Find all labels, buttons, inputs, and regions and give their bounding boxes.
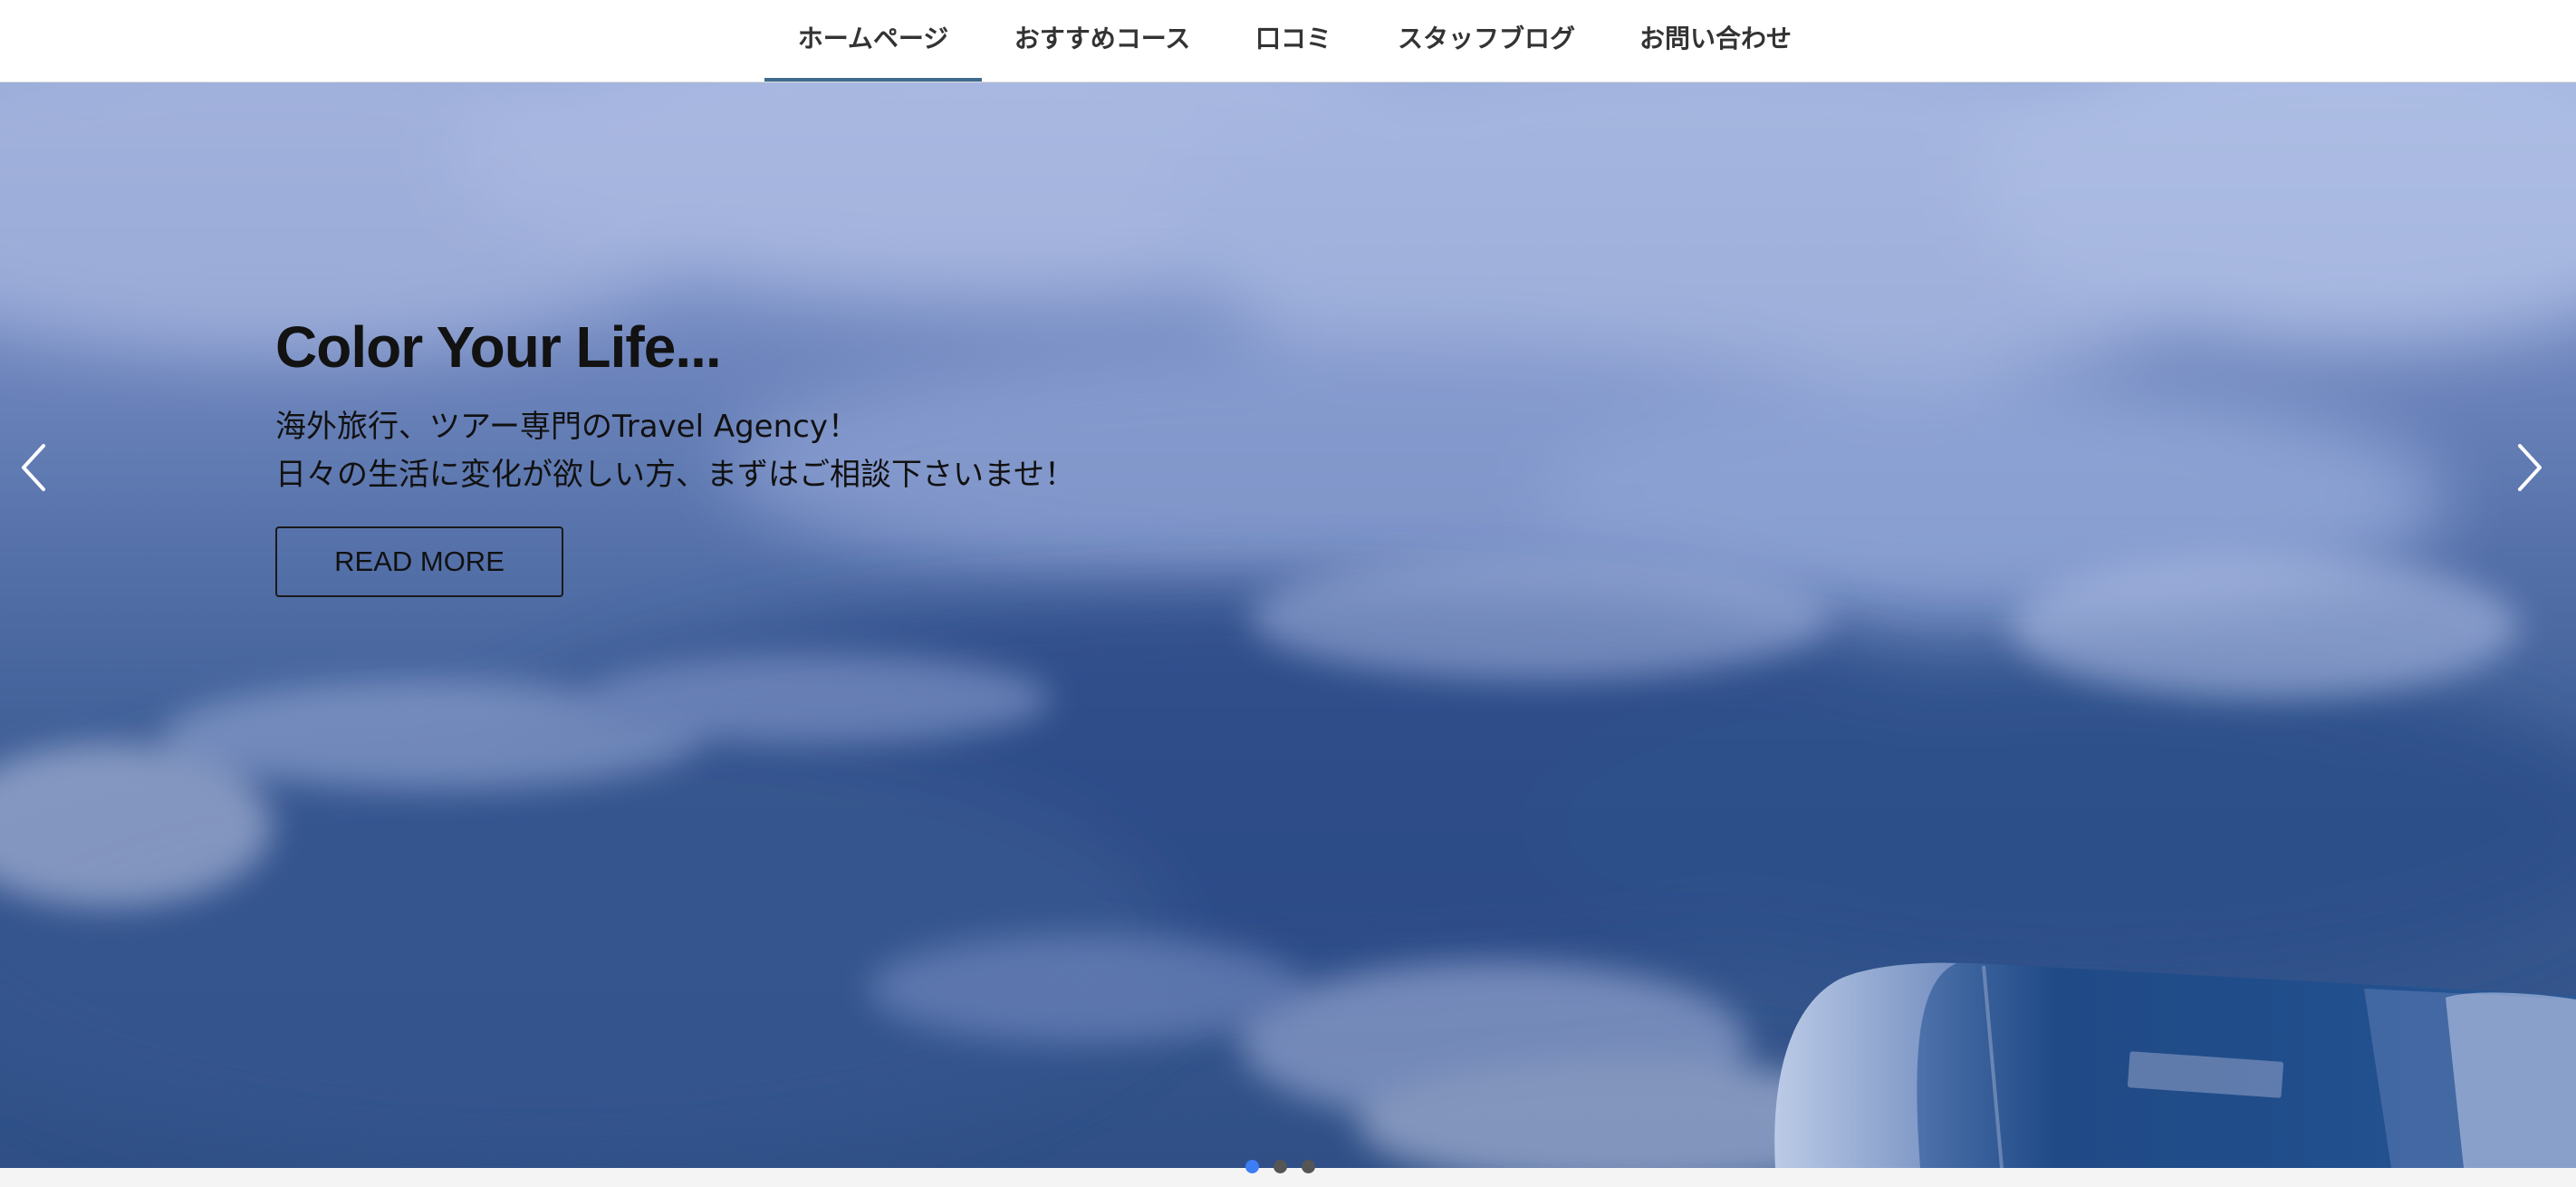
hero-subtitle-line-2: 日々の生活に変化が欲しい方、まずはご相談下さいませ！ bbox=[275, 457, 1075, 493]
chevron-right-icon bbox=[2518, 444, 2542, 491]
nav-item-contact[interactable]: お問い合わせ bbox=[1629, 0, 1802, 82]
slider-next-button[interactable] bbox=[2502, 431, 2556, 504]
nav-item-staff-blog[interactable]: スタッフブログ bbox=[1389, 0, 1583, 82]
hero-subtitle-line-1: 海外旅行、ツアー専門のTravel Agency！ bbox=[275, 409, 859, 445]
carousel-dot-3[interactable] bbox=[1302, 1160, 1315, 1173]
nav-item-home[interactable]: ホームページ bbox=[764, 0, 982, 82]
carousel-indicators bbox=[0, 1160, 2576, 1178]
engine-graphic bbox=[1774, 962, 2576, 1168]
main-navigation: ホームページ おすすめコース 口コミ スタッフブログ お問い合わせ bbox=[0, 0, 2576, 82]
hero-background-image bbox=[0, 82, 2576, 1168]
slider-prev-button[interactable] bbox=[7, 431, 62, 504]
chevron-left-icon bbox=[22, 444, 45, 491]
read-more-button[interactable]: READ MORE bbox=[275, 526, 563, 597]
nav-item-recommended-courses[interactable]: おすすめコース bbox=[1002, 0, 1203, 82]
hero-slider: Color Your Life... 海外旅行、ツアー専門のTravel Age… bbox=[0, 82, 2576, 1168]
carousel-dot-1[interactable] bbox=[1245, 1160, 1259, 1173]
nav-item-reviews[interactable]: 口コミ bbox=[1243, 0, 1344, 82]
page: ホームページ おすすめコース 口コミ スタッフブログ お問い合わせ Color … bbox=[0, 0, 2576, 1187]
hero-title: Color Your Life... bbox=[275, 314, 722, 380]
carousel-dot-2[interactable] bbox=[1274, 1160, 1287, 1173]
